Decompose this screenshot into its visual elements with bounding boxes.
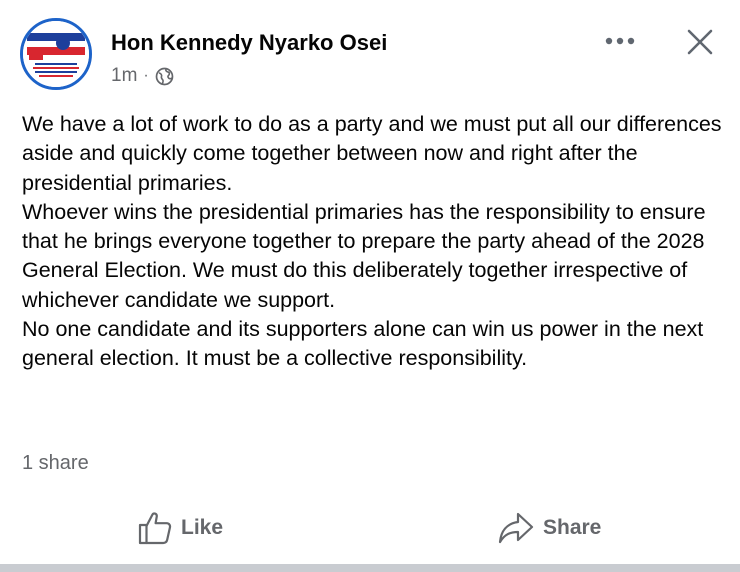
share-icon [498, 512, 534, 544]
close-button[interactable] [678, 20, 722, 64]
thumbs-up-icon [138, 512, 172, 545]
post-paragraph: We have a lot of work to do as a party a… [22, 112, 722, 195]
post-paragraph: Whoever wins the presidential primaries … [22, 199, 706, 312]
like-button[interactable]: Like [137, 506, 223, 550]
globe-icon [155, 67, 174, 86]
post-time[interactable]: 1m [111, 65, 137, 87]
bottom-divider [0, 564, 740, 572]
author-name[interactable]: Hon Kennedy Nyarko Osei [111, 30, 387, 56]
share-label: Share [543, 516, 602, 539]
avatar-image [23, 21, 89, 87]
avatar[interactable] [20, 18, 92, 90]
post-paragraph: No one candidate and its supporters alon… [22, 317, 704, 371]
post-meta: 1m · [111, 64, 174, 88]
more-options-button[interactable] [600, 26, 640, 56]
more-icon [605, 37, 635, 45]
share-count[interactable]: 1 share [22, 452, 89, 475]
post-card: Hon Kennedy Nyarko Osei 1m · We have a l… [0, 0, 740, 572]
share-button[interactable]: Share [497, 506, 601, 550]
post-text: We have a lot of work to do as a party a… [22, 110, 722, 374]
meta-separator: · [143, 67, 149, 84]
like-label: Like [181, 516, 224, 539]
close-icon [687, 29, 713, 55]
